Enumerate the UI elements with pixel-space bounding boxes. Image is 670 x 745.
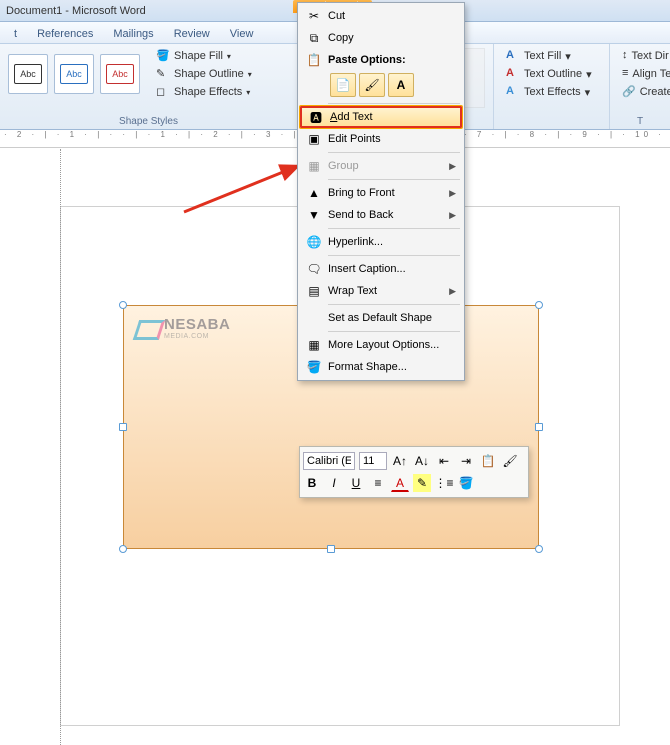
ctx-more-layout[interactable]: ▦More Layout Options... <box>300 334 462 356</box>
pencil-icon: ✎ <box>156 67 170 81</box>
highlight-button[interactable]: ✎ <box>413 474 431 492</box>
text-effects-icon: A <box>506 85 520 99</box>
handle-ne[interactable] <box>535 301 543 309</box>
logo-text: NESABA <box>164 316 230 333</box>
font-size-input[interactable] <box>359 452 387 470</box>
hyperlink-icon: 🌐 <box>304 234 324 250</box>
paste-option-1[interactable]: 📄 <box>330 73 356 97</box>
ctx-format-shape[interactable]: 🪣Format Shape... <box>300 356 462 378</box>
ctx-bring-front[interactable]: ▲Bring to Front▶ <box>300 182 462 204</box>
indent-inc-button[interactable]: ⇥ <box>457 452 475 470</box>
paste-mini-button[interactable]: 📋 <box>479 452 497 470</box>
shape-style-3[interactable]: Abc <box>100 54 140 94</box>
handle-se[interactable] <box>535 545 543 553</box>
logo-mark-icon <box>136 316 160 340</box>
shrink-font-button[interactable]: A↓ <box>413 452 431 470</box>
caption-icon: 🗨 <box>304 261 324 277</box>
ctx-wrap-text[interactable]: ▤Wrap Text▶ <box>300 280 462 302</box>
tab-references[interactable]: References <box>27 25 103 43</box>
text-fill-icon: A <box>506 49 520 63</box>
shape-style-2[interactable]: Abc <box>54 54 94 94</box>
layout-icon: ▦ <box>304 337 324 353</box>
paste-option-2[interactable]: 🖌 <box>359 73 385 97</box>
text-effects-button[interactable]: AText Effects ▾ <box>502 84 601 100</box>
create-link-button[interactable]: 🔗Create li <box>618 84 662 100</box>
underline-button[interactable]: U <box>347 474 365 492</box>
send-back-icon: ▼ <box>304 207 324 223</box>
shape-style-1[interactable]: Abc <box>8 54 48 94</box>
text-outline-icon: A <box>506 67 520 81</box>
annotation-arrow <box>180 160 310 220</box>
shape-outline-button[interactable]: ✎Shape Outline ▾ <box>152 66 256 82</box>
logo-subtext: MEDIA.COM <box>164 333 230 340</box>
font-color-button[interactable]: A <box>391 474 409 492</box>
ctx-edit-points[interactable]: ▣Edit Points <box>300 128 462 150</box>
group-shape-styles: Shape Styles <box>8 114 289 127</box>
ctx-insert-caption[interactable]: 🗨Insert Caption... <box>300 258 462 280</box>
ctx-send-back[interactable]: ▼Send to Back▶ <box>300 204 462 226</box>
handle-nw[interactable] <box>119 301 127 309</box>
watermark-logo: NESABA MEDIA.COM <box>136 316 230 340</box>
grow-font-button[interactable]: A↑ <box>391 452 409 470</box>
window-title: Document1 - Microsoft Word <box>6 5 146 17</box>
group-text: T <box>618 114 662 127</box>
format-icon: 🪣 <box>304 359 324 375</box>
handle-e[interactable] <box>535 423 543 431</box>
copy-icon: ⧉ <box>304 30 324 46</box>
ctx-add-text[interactable]: 🅰Add Text <box>300 106 462 128</box>
font-name-input[interactable] <box>303 452 355 470</box>
mini-toolbar: A↑ A↓ ⇤ ⇥ 📋 🖌 B I U ≡ A ✎ ⋮≡ 🪣 <box>299 446 529 498</box>
handle-w[interactable] <box>119 423 127 431</box>
align-icon: ≡ <box>622 67 628 81</box>
tab-cut[interactable]: t <box>4 25 27 43</box>
context-menu: ✂Cut ⧉Copy 📋Paste Options: 📄 🖌 A 🅰Add Te… <box>297 2 465 381</box>
ctx-cut[interactable]: ✂Cut <box>300 5 462 27</box>
link-icon: 🔗 <box>622 85 636 99</box>
italic-button[interactable]: I <box>325 474 343 492</box>
clipboard-icon: 📋 <box>304 52 324 68</box>
shape-effects-button[interactable]: ◻Shape Effects ▾ <box>152 84 256 100</box>
ctx-copy[interactable]: ⧉Copy <box>300 27 462 49</box>
scissors-icon: ✂ <box>304 8 324 24</box>
fill-color-button[interactable]: 🪣 <box>457 474 475 492</box>
shape-fill-button[interactable]: 🪣Shape Fill ▾ <box>152 48 256 64</box>
ctx-hyperlink[interactable]: 🌐Hyperlink... <box>300 231 462 253</box>
bucket-icon: 🪣 <box>156 49 170 63</box>
edit-points-icon: ▣ <box>304 131 324 147</box>
paste-option-3[interactable]: A <box>388 73 414 97</box>
ctx-set-default[interactable]: Set as Default Shape <box>300 307 462 329</box>
ctx-paste-header: 📋Paste Options: <box>300 49 462 71</box>
text-direction-button[interactable]: ↕Text Dir <box>618 48 662 64</box>
wrap-icon: ▤ <box>304 283 324 299</box>
text-outline-button[interactable]: AText Outline ▾ <box>502 66 601 82</box>
tab-mailings[interactable]: Mailings <box>103 25 163 43</box>
group-icon: ▦ <box>304 158 324 174</box>
format-painter-button[interactable]: 🖌 <box>501 452 519 470</box>
handle-s[interactable] <box>327 545 335 553</box>
effects-icon: ◻ <box>156 85 170 99</box>
center-button[interactable]: ≡ <box>369 474 387 492</box>
text-fill-button[interactable]: AText Fill ▾ <box>502 48 601 64</box>
bring-front-icon: ▲ <box>304 185 324 201</box>
tab-review[interactable]: Review <box>164 25 220 43</box>
bold-button[interactable]: B <box>303 474 321 492</box>
bullets-button[interactable]: ⋮≡ <box>435 474 453 492</box>
add-text-icon: 🅰 <box>306 109 326 125</box>
ctx-group: ▦Group▶ <box>300 155 462 177</box>
indent-dec-button[interactable]: ⇤ <box>435 452 453 470</box>
align-text-button[interactable]: ≡Align Te <box>618 66 662 82</box>
handle-sw[interactable] <box>119 545 127 553</box>
text-dir-icon: ↕ <box>622 49 628 63</box>
tab-view[interactable]: View <box>220 25 264 43</box>
